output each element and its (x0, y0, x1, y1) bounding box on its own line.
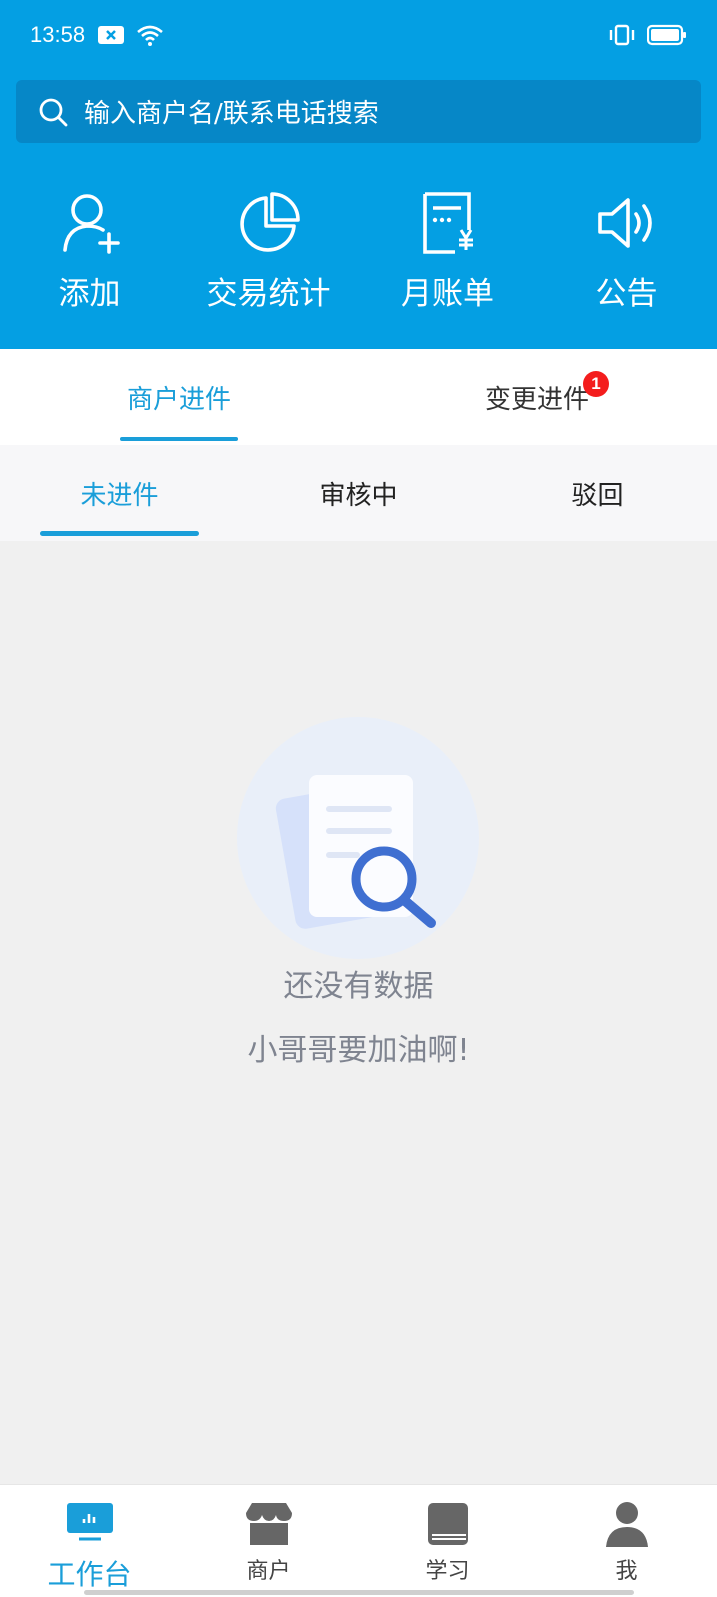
subtab-under-review-label: 审核中 (319, 480, 398, 511)
sub-tabs: 未进件 审核中 驳回 (0, 445, 717, 541)
monthly-bill-button[interactable]: 月账单 (358, 190, 537, 330)
nav-learning-label: 学习 (425, 1559, 470, 1584)
subtab-rejected-label: 驳回 (571, 480, 624, 511)
active-tab-indicator (120, 437, 238, 441)
empty-document-search-icon (237, 717, 479, 959)
bottom-nav: 工作台 商户 学习 我 (0, 1484, 717, 1597)
home-indicator[interactable] (84, 1590, 634, 1595)
nav-workbench-label: 工作台 (47, 1558, 132, 1591)
vibrate-icon (609, 24, 635, 46)
subtab-under-review[interactable]: 审核中 (239, 445, 478, 541)
person-icon (605, 1502, 648, 1547)
battery-icon (647, 24, 686, 46)
wifi-icon (137, 25, 163, 46)
nav-merchant[interactable]: 商户 (179, 1485, 358, 1597)
empty-title: 还没有数据 (283, 969, 434, 1004)
search-placeholder: 输入商户名/联系电话搜索 (84, 99, 379, 129)
announcement-button[interactable]: 公告 (537, 190, 716, 330)
transaction-stats-label: 交易统计 (206, 276, 331, 312)
nav-workbench[interactable]: 工作台 (0, 1485, 179, 1597)
nav-me[interactable]: 我 (537, 1485, 716, 1597)
add-label: 添加 (58, 276, 121, 312)
tab-merchant-onboarding-label: 商户进件 (126, 384, 231, 415)
quick-actions: 添加 交易统计 月账单 公告 (0, 190, 717, 330)
notification-badge: 1 (583, 371, 609, 397)
nav-me-label: 我 (615, 1559, 638, 1584)
add-user-icon (62, 194, 120, 254)
monthly-bill-label: 月账单 (401, 276, 494, 312)
empty-subtitle: 小哥哥要加油啊! (247, 1033, 470, 1068)
search-input[interactable]: 输入商户名/联系电话搜索 (16, 80, 701, 143)
status-time: 13:58 (30, 22, 86, 47)
nav-learning[interactable]: 学习 (358, 1485, 537, 1597)
nav-merchant-label: 商户 (246, 1559, 291, 1584)
subtab-not-submitted[interactable]: 未进件 (0, 445, 239, 541)
announcement-label: 公告 (595, 276, 658, 312)
main-tabs: 商户进件 变更进件 1 (0, 349, 717, 445)
dashboard-icon (66, 1503, 113, 1541)
book-icon (427, 1503, 468, 1545)
subtab-not-submitted-label: 未进件 (80, 480, 159, 511)
status-bar: 13:58 (0, 0, 717, 74)
store-icon (245, 1503, 292, 1545)
active-subtab-indicator (40, 531, 199, 536)
empty-state: 还没有数据 小哥哥要加油啊! (0, 541, 717, 1484)
add-button[interactable]: 添加 (0, 190, 179, 330)
speaker-icon (597, 198, 652, 248)
header: 13:58 输入商户名/联系电话搜索 添加 交易统计 月账单 公告 (0, 0, 717, 349)
bill-icon (422, 192, 473, 254)
search-icon (39, 98, 68, 126)
notification-icon (98, 26, 124, 44)
subtab-rejected[interactable]: 驳回 (478, 445, 717, 541)
pie-chart-icon (239, 192, 300, 252)
transaction-stats-button[interactable]: 交易统计 (179, 190, 358, 330)
tab-change-onboarding[interactable]: 变更进件 1 (358, 349, 716, 445)
tab-merchant-onboarding[interactable]: 商户进件 (0, 349, 358, 445)
tab-change-onboarding-label: 变更进件 (484, 384, 589, 415)
